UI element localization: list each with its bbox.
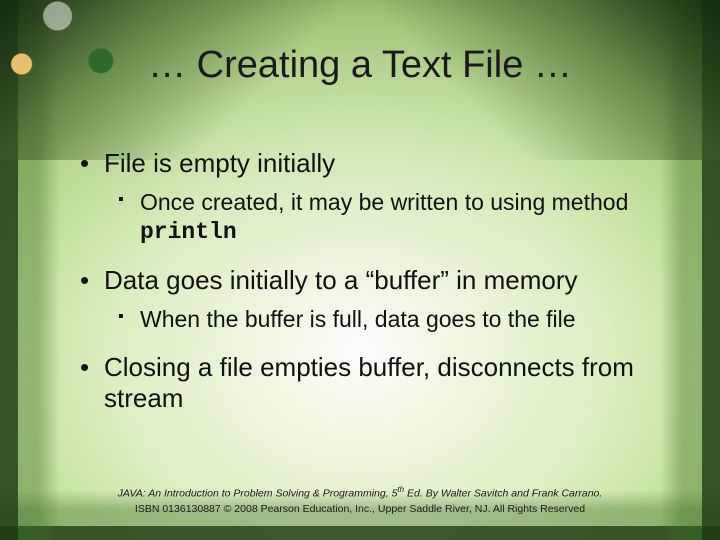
- code-println: println: [140, 219, 237, 245]
- bullet-3: Closing a file empties buffer, disconnec…: [78, 352, 658, 415]
- footer-book-title: JAVA: An Introduction to Problem Solving…: [118, 488, 398, 500]
- footer-line-2: ISBN 0136130887 © 2008 Pearson Education…: [0, 502, 720, 518]
- bullet-1-sub: Once created, it may be written to using…: [118, 188, 658, 248]
- bullet-3-text: Closing a file empties buffer, disconnec…: [104, 352, 634, 414]
- bullet-2-sub-text: When the buffer is full, data goes to th…: [140, 306, 576, 332]
- bullet-1-text: File is empty initially: [104, 148, 335, 178]
- footer-authors: Ed. By Walter Savitch and Frank Carrano.: [404, 488, 602, 500]
- bullet-2-sub: When the buffer is full, data goes to th…: [118, 305, 658, 334]
- bullet-1-sub-text: Once created, it may be written to using…: [140, 189, 628, 215]
- slide-body: File is empty initially Once created, it…: [78, 148, 658, 423]
- slide-title: … Creating a Text File …: [0, 44, 720, 87]
- slide-footer: JAVA: An Introduction to Problem Solving…: [0, 484, 720, 518]
- footer-line-1: JAVA: An Introduction to Problem Solving…: [0, 484, 720, 502]
- bullet-2-text: Data goes initially to a “buffer” in mem…: [104, 265, 578, 295]
- bullet-1: File is empty initially Once created, it…: [78, 148, 658, 247]
- slide: … Creating a Text File … File is empty i…: [0, 0, 720, 540]
- bullet-2: Data goes initially to a “buffer” in mem…: [78, 265, 658, 333]
